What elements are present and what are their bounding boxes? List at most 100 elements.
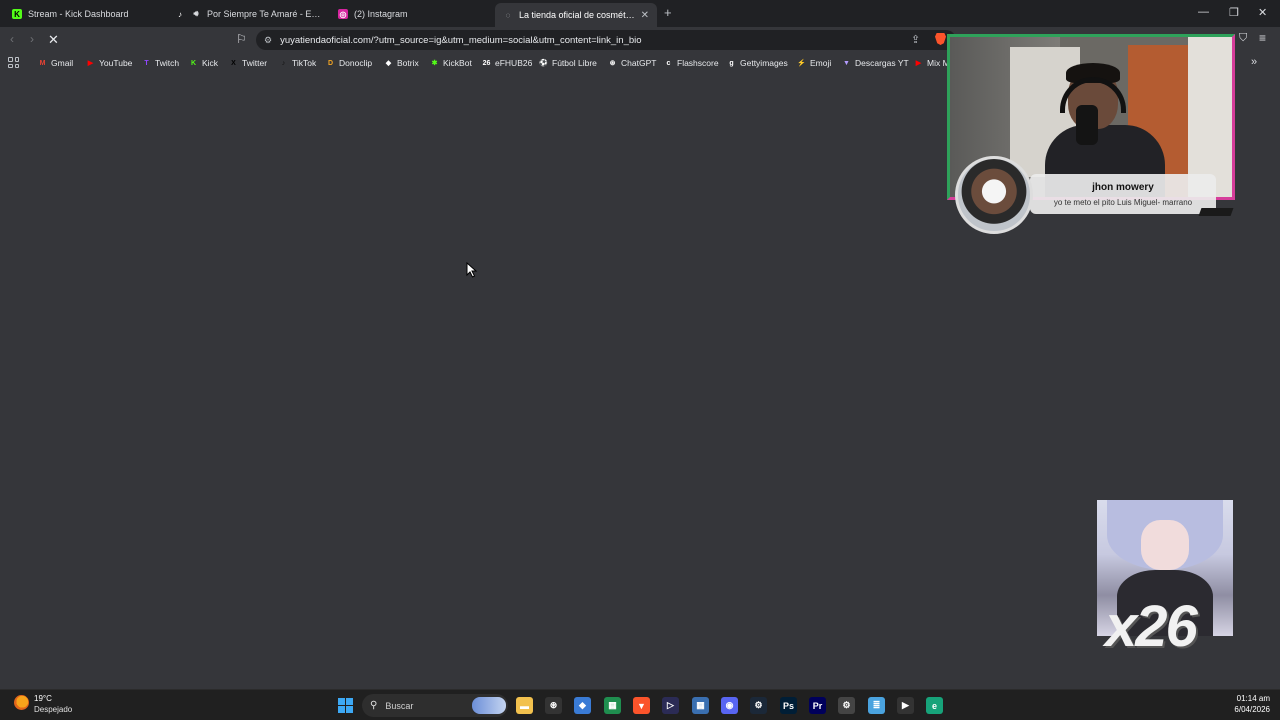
url-text: yuyatiendaoficial.com/?utm_source=ig&utm…	[280, 34, 642, 46]
search-icon: ⚲	[370, 700, 378, 711]
windows-start-icon[interactable]	[338, 698, 353, 713]
file-explorer-icon[interactable]: ▬	[516, 697, 533, 714]
bookmark-flashscore[interactable]: c Flashscore	[664, 56, 719, 70]
tab-tienda-active[interactable]: ◌ La tienda oficial de cosméticos Y ✕	[495, 3, 657, 27]
bookmark-icon[interactable]: ⚐	[236, 32, 247, 46]
taskbar-search[interactable]: ⚲ Buscar	[362, 694, 508, 717]
emoji-icon: ⚡	[797, 60, 806, 67]
notepad-icon[interactable]: ≣	[868, 697, 885, 714]
bookmark-label: Donoclip	[339, 58, 373, 68]
tab-label: La tienda oficial de cosméticos Y	[519, 10, 635, 20]
alert-decoration	[1198, 208, 1234, 216]
edge-icon[interactable]: e	[926, 697, 943, 714]
bookmark-gmail[interactable]: M Gmail	[38, 56, 74, 70]
bookmark-label: YouTube	[99, 58, 133, 68]
menu-icon[interactable]: ≡	[1259, 31, 1266, 45]
photoshop-icon[interactable]: Ps	[780, 697, 797, 714]
bookmark-gettyimages[interactable]: g Gettyimages	[727, 56, 788, 70]
tab-label: Por Siempre Te Amaré - Evento M	[207, 9, 324, 19]
search-highlight-image	[472, 697, 506, 714]
player-icon[interactable]: ▶	[897, 697, 914, 714]
kick-icon: K	[190, 59, 197, 67]
bookmark-label: Kick	[202, 58, 219, 68]
minimize-button[interactable]: —	[1198, 6, 1209, 18]
brave-icon[interactable]: ▼	[633, 697, 650, 714]
weather-temperature[interactable]: 19°C	[34, 694, 52, 703]
bookmark-twitch[interactable]: T Twitch	[142, 56, 179, 70]
twitch-icon: T	[144, 59, 149, 67]
steam-icon[interactable]: ⚙	[750, 697, 767, 714]
x-icon: X	[231, 59, 236, 67]
vpn-icon[interactable]: ⛉	[1239, 32, 1247, 45]
settings-icon[interactable]: ⚙	[838, 697, 855, 714]
loading-icon: ◌	[505, 10, 511, 20]
bookmark-botrix[interactable]: ◆ Botrix	[384, 56, 419, 70]
weather-description[interactable]: Despejado	[34, 705, 72, 714]
new-tab-button[interactable]: +	[664, 5, 672, 20]
more-bookmarks-icon[interactable]: »	[1251, 56, 1257, 68]
alert-message: yo te meto el pito Luis Miguel- marrano	[1053, 198, 1193, 207]
bookmark-tiktok[interactable]: ♪ TikTok	[279, 56, 317, 70]
bookmark-label: Botrix	[397, 58, 419, 68]
tab-tiktok[interactable]: ♪ 🔊︎ Por Siempre Te Amaré - Evento M	[167, 3, 332, 25]
efhub-icon: 26	[482, 59, 491, 67]
bookmark-label: Gettyimages	[740, 58, 788, 68]
bookmark-chatgpt[interactable]: ⊛ ChatGPT	[608, 56, 657, 70]
bookmark-label: KickBot	[443, 58, 472, 68]
instagram-icon: ◎	[338, 9, 348, 19]
speaker-icon: 🔊︎	[193, 9, 199, 18]
bookmark-donoclip[interactable]: D Donoclip	[326, 56, 372, 70]
chatgpt-icon: ⊛	[609, 60, 616, 67]
spreadsheet-icon[interactable]: ▦	[604, 697, 621, 714]
multiplier-text: x26	[1105, 594, 1198, 659]
bookmark-twitter[interactable]: X Twitter	[229, 56, 267, 70]
bookmark-efhub26[interactable]: 26 eFHUB26	[482, 56, 533, 70]
kick-icon: K	[12, 9, 22, 19]
bookmark-label: TikTok	[292, 58, 317, 68]
futbol-icon: ⚽	[539, 60, 548, 67]
app-icon[interactable]: ◆	[574, 697, 591, 714]
share-icon[interactable]: ⇪	[911, 33, 920, 46]
weather-icon[interactable]	[14, 695, 29, 710]
calculator-icon[interactable]: ▦	[692, 697, 709, 714]
tab-label: (2) Instagram	[354, 9, 408, 19]
address-bar[interactable]: ⚙ yuyatiendaoficial.com/?utm_source=ig&u…	[256, 30, 956, 50]
tiktok-icon: ♪	[281, 59, 286, 67]
close-window-button[interactable]: ✕	[1258, 6, 1267, 19]
chatgpt-icon[interactable]: ⊛	[545, 697, 562, 714]
stop-loading-icon[interactable]: ✕	[48, 32, 59, 48]
media-icon[interactable]: ▷	[662, 697, 679, 714]
bookmark-label: Twitter	[242, 58, 268, 68]
back-icon[interactable]: ‹	[10, 32, 14, 46]
tab-label: Stream - Kick Dashboard	[28, 9, 129, 19]
forward-icon[interactable]: ›	[30, 32, 34, 46]
youtube-icon: ▶	[87, 60, 94, 67]
clock-date[interactable]: 6/04/2026	[1222, 705, 1270, 714]
bookmark-label: Descargas YT	[855, 58, 909, 68]
bookmark-kickbot[interactable]: ✱ KickBot	[430, 56, 472, 70]
bookmark-label: Twitch	[155, 58, 180, 68]
search-label: Buscar	[385, 700, 414, 711]
bookmark-youtube[interactable]: ▶ YouTube	[86, 56, 133, 70]
donoclip-icon: D	[327, 59, 334, 67]
apps-grid-icon[interactable]	[8, 57, 19, 68]
flashscore-icon: c	[666, 59, 671, 67]
bookmark-label: Fútbol Libre	[552, 58, 597, 68]
alert-avatar	[955, 156, 1033, 234]
bookmark-label: ChatGPT	[621, 58, 657, 68]
bookmark-kick[interactable]: K Kick	[189, 56, 218, 70]
kickbot-icon: ✱	[431, 60, 438, 67]
tab-instagram[interactable]: ◎ (2) Instagram	[330, 3, 495, 25]
clock-time[interactable]: 01:14 am	[1228, 694, 1270, 703]
close-tab-icon[interactable]: ✕	[641, 10, 649, 21]
premiere-icon[interactable]: Pr	[809, 697, 826, 714]
site-info-icon[interactable]: ⚙	[264, 35, 272, 46]
bookmark-emoji[interactable]: ⚡ Emoji	[797, 56, 831, 70]
bookmark-f-tbol-libre[interactable]: ⚽ Fútbol Libre	[539, 56, 597, 70]
tab-kick-dashboard[interactable]: K Stream - Kick Dashboard	[4, 3, 169, 25]
botrix-icon: ◆	[385, 60, 392, 67]
discord-icon[interactable]: ◉	[721, 697, 738, 714]
restore-button[interactable]: ❐	[1229, 6, 1239, 19]
bookmark-mix-m[interactable]: ▶ Mix M	[914, 56, 950, 70]
bookmark-descargas-yt[interactable]: ▼ Descargas YT	[842, 56, 909, 70]
